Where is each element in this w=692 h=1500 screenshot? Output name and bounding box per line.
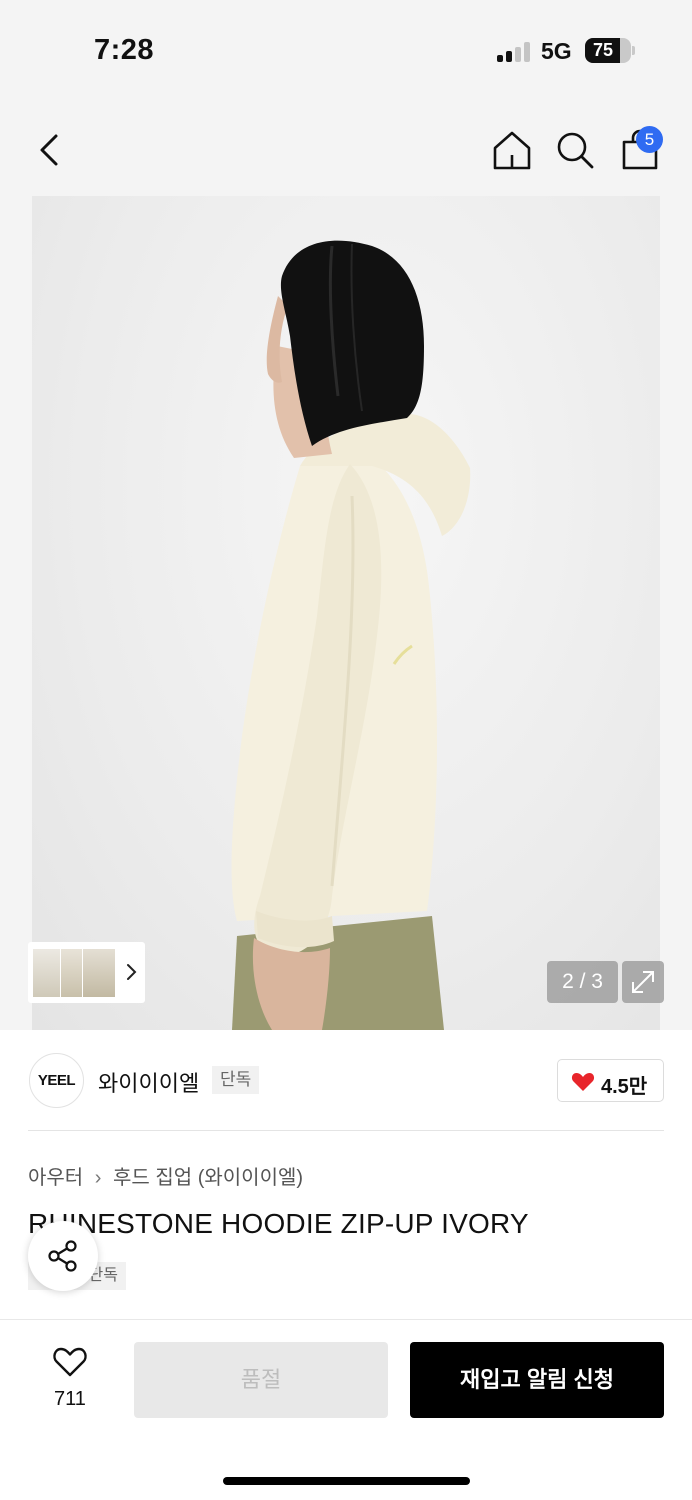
home-button[interactable]: [490, 128, 534, 172]
back-button[interactable]: [30, 128, 70, 172]
brand-like-button[interactable]: 4.5만: [557, 1059, 664, 1102]
back-chevron-icon: [40, 134, 58, 166]
signal-icon: [497, 42, 531, 62]
breadcrumb: 아우터 › 후드 집업 (와이이이엘): [28, 1161, 303, 1190]
wishlist-button[interactable]: 711: [32, 1342, 108, 1416]
wishlist-count: 711: [54, 1388, 86, 1410]
brand-name[interactable]: 와이이이엘: [98, 1066, 199, 1098]
brand-logo[interactable]: YEEL: [29, 1053, 84, 1108]
battery-tip: [632, 46, 635, 55]
share-icon: [48, 1240, 77, 1272]
product-title: RHINESTONE HOODIE ZIP-UP IVORY: [28, 1208, 529, 1239]
heart-outline-icon: [53, 1347, 87, 1377]
thumbnail-strip[interactable]: [28, 942, 145, 1003]
expand-arrows-icon: [632, 971, 654, 993]
battery-percent: 75: [592, 40, 614, 60]
brand-like-count: 4.5만: [601, 1076, 648, 1098]
heart-filled-icon: [571, 1073, 595, 1091]
divider: [28, 1130, 664, 1131]
breadcrumb-subcategory[interactable]: 후드 집업 (와이이이엘): [113, 1167, 303, 1189]
home-indicator[interactable]: [223, 1477, 470, 1485]
expand-image-button[interactable]: [622, 961, 664, 1003]
product-image[interactable]: [32, 196, 660, 1030]
thumbnail-3[interactable]: [82, 948, 116, 998]
breadcrumb-separator-icon: ›: [94, 1167, 102, 1189]
home-icon: [493, 131, 531, 170]
status-time: 7:28: [94, 34, 155, 66]
restock-alert-button[interactable]: 재입고 알림 신청: [410, 1342, 664, 1418]
network-type: 5G: [541, 38, 572, 64]
exclusive-badge: 단독: [212, 1066, 260, 1094]
soldout-button[interactable]: 품절: [134, 1342, 388, 1418]
image-page-counter: 2 / 3: [547, 961, 618, 1003]
cart-count-badge: 5: [636, 126, 663, 153]
bottom-bar-divider: [0, 1319, 692, 1320]
model-hoodie-illustration: [231, 240, 471, 1030]
breadcrumb-category[interactable]: 아우터: [28, 1167, 83, 1189]
chevron-right-icon: [127, 964, 137, 980]
share-button[interactable]: [28, 1221, 98, 1291]
search-button[interactable]: [553, 128, 597, 172]
search-icon: [557, 132, 594, 169]
battery-icon: 75: [585, 38, 631, 63]
